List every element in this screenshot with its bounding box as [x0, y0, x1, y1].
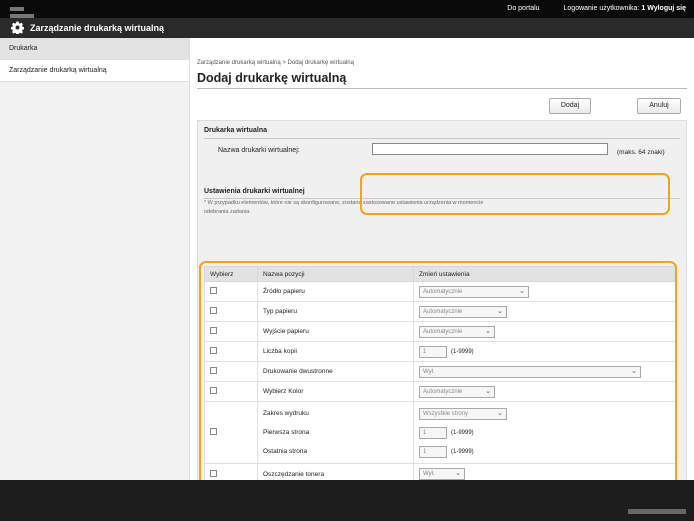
name-field-highlight — [360, 173, 670, 215]
footer — [0, 480, 694, 521]
section-title-virtual-printer: Drukarka wirtualna — [204, 127, 268, 134]
title-bar: Zarządzanie drukarką wirtualną — [0, 18, 694, 38]
title-divider — [197, 88, 687, 89]
form-panel: Drukarka wirtualna Nazwa drukarki wirtua… — [197, 120, 687, 497]
sidebar: Drukarka Zarządzanie drukarką wirtualną — [0, 38, 190, 480]
login-user-value: 1 — [641, 5, 646, 12]
section-title-settings: Ustawienia drukarki wirtualnej — [204, 188, 305, 195]
brand-logo — [10, 6, 58, 18]
app-title: Zarządzanie drukarką wirtualną — [30, 23, 165, 33]
sidebar-item-printer[interactable]: Drukarka — [0, 38, 189, 60]
top-links: Do portalu Logowanie użytkownika: 1 Wylo… — [485, 5, 686, 12]
add-button[interactable]: Dodaj — [549, 98, 591, 114]
name-field-label: Nazwa drukarki wirtualnej: — [218, 147, 300, 154]
portal-link[interactable]: Do portalu — [507, 5, 539, 12]
sidebar-item-virtual-printer-management[interactable]: Zarządzanie drukarką wirtualną — [0, 60, 189, 82]
login-user-info: Logowanie użytkownika: 1 Wyloguj się — [564, 5, 686, 12]
page-title: Dodaj drukarkę wirtualną — [197, 71, 347, 85]
breadcrumb[interactable]: Zarządzanie drukarką wirtualną > Dodaj d… — [197, 60, 354, 66]
cancel-button[interactable]: Anuluj — [637, 98, 681, 114]
gear-icon — [11, 21, 24, 34]
top-bar: Do portalu Logowanie użytkownika: 1 Wylo… — [0, 0, 694, 18]
settings-table-highlight — [199, 261, 677, 497]
copyright-text — [628, 509, 686, 514]
login-user-label: Logowanie użytkownika: — [563, 5, 640, 12]
name-hint: (maks. 64 znaki) — [617, 149, 665, 156]
logout-link[interactable]: Wyloguj się — [647, 5, 686, 12]
name-hint-text: (maks. 64 znaki) — [372, 147, 667, 159]
section-divider — [204, 138, 680, 139]
